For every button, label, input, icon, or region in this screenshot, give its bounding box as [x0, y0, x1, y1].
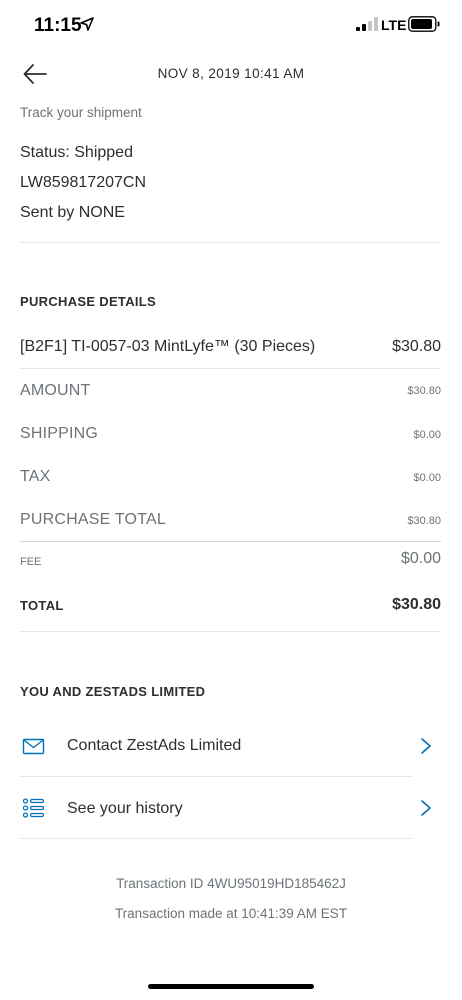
list-icon	[22, 798, 45, 818]
see-history-row[interactable]: See your history	[0, 781, 462, 837]
total-label: TOTAL	[20, 598, 64, 613]
chevron-right-icon	[421, 800, 431, 816]
transaction-id: Transaction ID 4WU95019HD185462J	[116, 876, 346, 891]
track-shipment-label: Track your shipment	[20, 105, 142, 120]
home-indicator[interactable]	[148, 984, 314, 989]
see-history-label: See your history	[67, 800, 183, 817]
chevron-right-icon	[421, 738, 431, 754]
mail-icon	[22, 738, 45, 755]
contact-merchant-label: Contact ZestAds Limited	[67, 737, 242, 754]
item-price: $30.80	[392, 338, 441, 355]
sent-by: Sent by NONE	[20, 204, 125, 221]
signal-strength-icon	[356, 17, 378, 31]
shipment-status: Status: Shipped	[20, 144, 133, 161]
transaction-time: Transaction made at 10:41:39 AM EST	[114, 906, 348, 921]
divider	[20, 368, 441, 369]
divider	[20, 631, 441, 632]
tax-value: $0.00	[413, 472, 441, 484]
divider	[20, 776, 413, 777]
total-value: $30.80	[392, 596, 441, 613]
contact-merchant-row[interactable]: Contact ZestAds Limited	[0, 718, 462, 774]
amount-value: $30.80	[407, 385, 441, 397]
network-type: LTE	[381, 17, 407, 33]
divider	[20, 242, 441, 243]
fee-value: $0.00	[400, 550, 441, 567]
purchase-total-value: $30.80	[407, 515, 441, 527]
fee-label: FEE	[20, 556, 42, 568]
relationship-title: YOU AND ZESTADS LIMITED	[20, 684, 206, 699]
battery-icon	[408, 16, 440, 32]
amount-label: AMOUNT	[20, 382, 91, 399]
tax-label: TAX	[20, 468, 51, 485]
divider	[20, 541, 441, 542]
shipping-label: SHIPPING	[20, 425, 99, 442]
location-arrow-icon	[80, 17, 94, 31]
status-time: 11:15	[34, 15, 82, 36]
divider	[20, 838, 413, 839]
status-bar: 11:15 LTE	[0, 0, 462, 50]
purchase-total-label: PURCHASE TOTAL	[20, 511, 166, 528]
tracking-number[interactable]: LW859817207CN	[20, 174, 146, 192]
transaction-datetime: NOV 8, 2019 10:41 AM	[157, 66, 305, 81]
purchase-details-title: PURCHASE DETAILS	[20, 294, 157, 309]
item-name: [B2F1] TI-0057-03 MintLyfe™ (30 Pieces)	[20, 338, 316, 355]
shipping-value: $0.00	[413, 429, 441, 441]
